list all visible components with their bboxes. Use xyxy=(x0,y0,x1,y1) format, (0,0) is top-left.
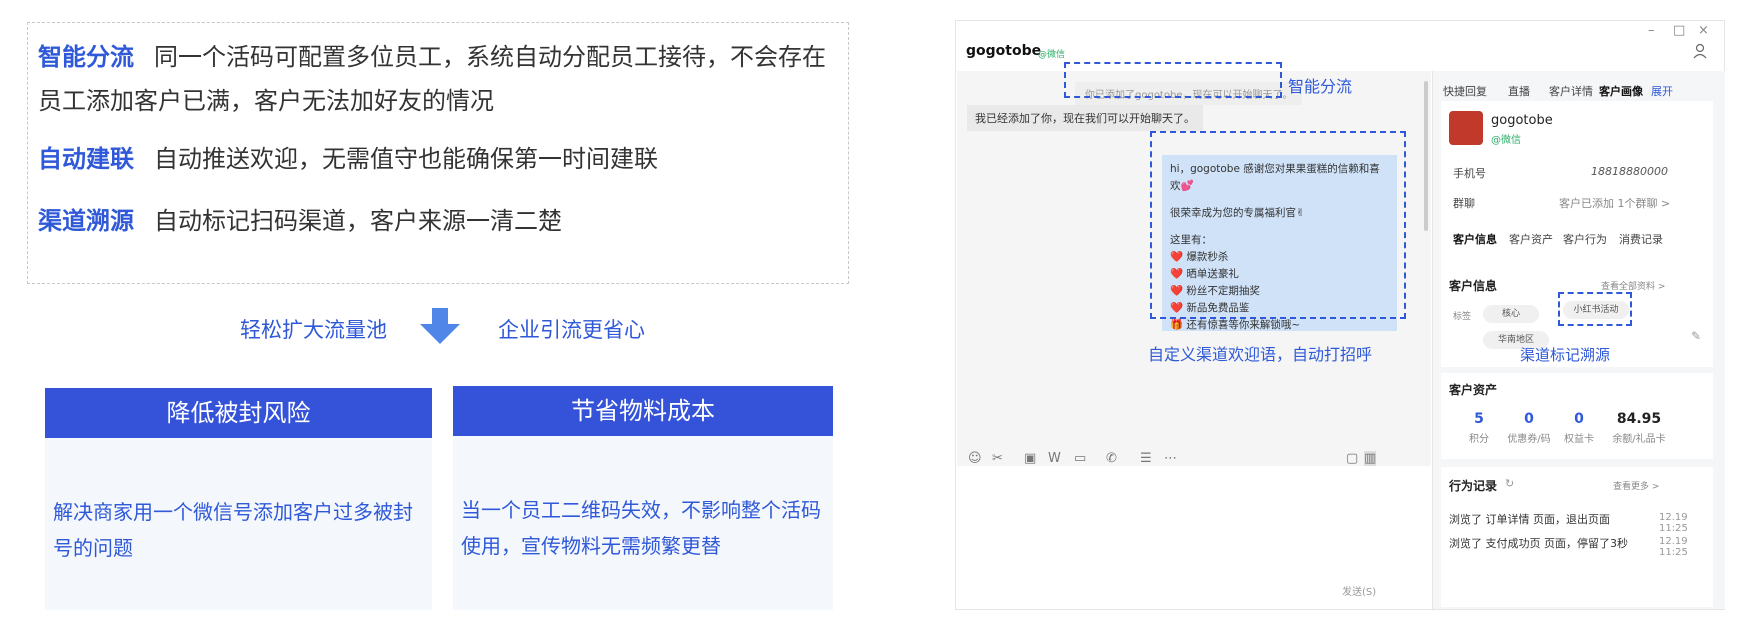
folder-icon[interactable]: ▭ xyxy=(1074,451,1086,466)
behavior-time: 12.19 11:25 xyxy=(1659,512,1688,534)
tab-customer-detail[interactable]: 客户详情 xyxy=(1549,83,1593,99)
card-body: 解决商家用一个微信号添加客户过多被封号的问题 xyxy=(45,438,432,610)
benefit-right: 企业引流更省心 xyxy=(498,318,645,342)
layout-icon[interactable]: ▥ xyxy=(1364,451,1377,466)
behavior-row: 浏览了 支付成功页 页面，停留了3秒 xyxy=(1449,537,1628,550)
group-label: 群聊 xyxy=(1453,197,1475,210)
tag-core[interactable]: 核心 xyxy=(1483,305,1539,323)
card-cost: 节省物料成本 当一个员工二维码失效，不影响整个活码使用，宣传物料无需频繁更替 xyxy=(453,386,833,610)
feature-title: 智能分流 xyxy=(38,42,134,71)
highlight-channel-tag xyxy=(1558,292,1632,326)
annotation-smart-route: 智能分流 xyxy=(1288,77,1353,96)
phone-value: 18818880000 xyxy=(1591,165,1668,178)
card-title: 节省物料成本 xyxy=(453,386,833,436)
screen-icon[interactable]: ▢ xyxy=(1346,451,1358,466)
behavior-title: 行为记录 xyxy=(1449,479,1498,493)
scissors-icon[interactable]: ✂ xyxy=(992,451,1003,466)
contact-source: @微信 xyxy=(1038,50,1066,60)
feature-text: 自动推送欢迎，无需值守也能确保第一时间建联 xyxy=(154,145,658,173)
behavior-link[interactable]: 查看更多 > xyxy=(1613,479,1659,492)
assets-card: 客户资产 5 积分 0 优惠券/码 0 权益卡 84.95 余额/礼品卡 xyxy=(1441,373,1713,459)
profile-name: gogotobe xyxy=(1491,113,1553,128)
asset-balance[interactable]: 84.95 xyxy=(1609,411,1669,427)
send-button[interactable]: 发送(S) xyxy=(1342,583,1376,598)
received-message: 我已经添加了你，现在我们可以开始聊天了。 xyxy=(967,105,1203,131)
asset-cards[interactable]: 0 xyxy=(1549,411,1609,427)
info-title: 客户信息 xyxy=(1449,279,1498,293)
emoji-icon[interactable]: ☺ xyxy=(968,451,982,466)
tag-label: 标签 xyxy=(1453,312,1472,322)
arrow-down-icon xyxy=(420,308,460,344)
phone-icon[interactable]: ✆ xyxy=(1106,451,1117,466)
maximize-button[interactable]: □ xyxy=(1673,23,1685,38)
card-risk: 降低被封风险 解决商家用一个微信号添加客户过多被封号的问题 xyxy=(45,388,432,610)
feature-title: 自动建联 xyxy=(38,144,134,173)
welcome-line: 🎁 还有惊喜等你来解锁哦~ xyxy=(1170,319,1301,331)
contact-name: gogotobe xyxy=(966,43,1042,59)
subtab-consumption[interactable]: 消费记录 xyxy=(1619,231,1663,247)
feature-title: 渠道溯源 xyxy=(38,206,134,235)
chat-window: – □ × gogotobe @微信 你已添加了gogotobe，现在可以开始聊… xyxy=(955,20,1725,610)
feature-channel-trace: 渠道溯源 自动标记扫码渠道，客户来源一清二楚 xyxy=(38,199,838,243)
edit-icon[interactable]: ✎ xyxy=(1691,329,1701,343)
chat-scrollbar[interactable] xyxy=(1424,81,1428,231)
note-icon[interactable]: ☰ xyxy=(1140,451,1152,466)
minimize-button[interactable]: – xyxy=(1648,23,1655,38)
user-icon[interactable] xyxy=(1692,43,1708,59)
highlight-system-msg xyxy=(1064,62,1282,98)
info-link[interactable]: 查看全部资料 > xyxy=(1601,279,1665,292)
tab-live[interactable]: 直播 xyxy=(1508,83,1530,99)
subtab-assets[interactable]: 客户资产 xyxy=(1509,231,1553,247)
annotation-welcome: 自定义渠道欢迎语，自动打招呼 xyxy=(1148,345,1373,364)
highlight-welcome xyxy=(1150,131,1406,319)
tab-customer-profile[interactable]: 客户画像 xyxy=(1599,83,1643,99)
behavior-row: 浏览了 订单详情 页面，退出页面 xyxy=(1449,513,1610,526)
asset-label: 权益卡 xyxy=(1564,434,1594,445)
feature-smart-route: 智能分流 同一个活码可配置多位员工，系统自动分配员工接待，不会存在员工添加客户已满… xyxy=(38,35,838,123)
close-button[interactable]: × xyxy=(1698,23,1709,38)
annotation-channel-tag: 渠道标记溯源 xyxy=(1520,346,1611,364)
refresh-icon[interactable]: ↻ xyxy=(1505,477,1514,490)
card-body: 当一个员工二维码失效，不影响整个活码使用，宣传物料无需频繁更替 xyxy=(453,436,833,610)
word-icon[interactable]: W xyxy=(1048,451,1061,466)
behavior-card: 行为记录 ↻ 查看更多 > 浏览了 订单详情 页面，退出页面 12.19 11:… xyxy=(1441,467,1713,607)
group-value[interactable]: 客户已添加 1个群聊 > xyxy=(1559,195,1670,211)
customer-panel: 快捷回复 直播 客户详情 客户画像 展开 gogotobe @微信 手机号 18… xyxy=(1432,71,1725,609)
subtab-info[interactable]: 客户信息 xyxy=(1453,231,1497,247)
behavior-time: 12.19 11:25 xyxy=(1659,536,1688,558)
card-title: 降低被封风险 xyxy=(45,388,432,438)
tab-expand[interactable]: 展开 xyxy=(1651,83,1673,99)
image-icon[interactable]: ▣ xyxy=(1024,451,1036,466)
features-box: 智能分流 同一个活码可配置多位员工，系统自动分配员工接待，不会存在员工添加客户已满… xyxy=(27,22,849,284)
benefit-left: 轻松扩大流量池 xyxy=(240,318,387,342)
subtab-behavior[interactable]: 客户行为 xyxy=(1563,231,1607,247)
feature-text: 同一个活码可配置多位员工，系统自动分配员工接待，不会存在员工添加客户已满，客户无… xyxy=(38,43,826,115)
phone-label: 手机号 xyxy=(1453,167,1486,180)
asset-label: 余额/礼品卡 xyxy=(1612,434,1666,445)
avatar xyxy=(1449,111,1483,145)
feature-text: 自动标记扫码渠道，客户来源一清二楚 xyxy=(154,207,562,235)
tab-quick-reply[interactable]: 快捷回复 xyxy=(1443,83,1487,99)
feature-auto-connect: 自动建联 自动推送欢迎，无需值守也能确保第一时间建联 xyxy=(38,137,838,181)
profile-source: @微信 xyxy=(1491,135,1521,146)
assets-title: 客户资产 xyxy=(1449,383,1498,397)
more-icon[interactable]: ⋯ xyxy=(1164,451,1177,466)
